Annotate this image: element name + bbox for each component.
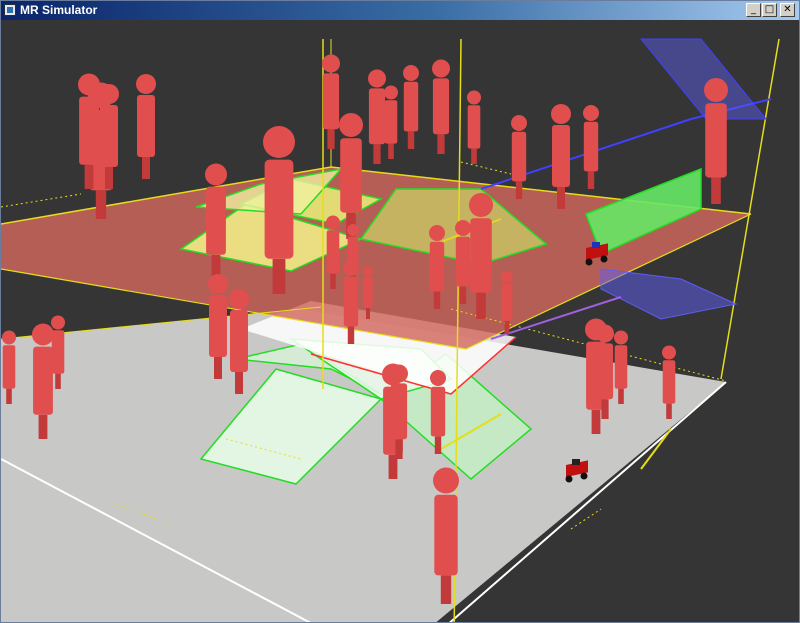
human-figure-icon <box>511 115 527 199</box>
app-window: MR Simulator _ □ ✕ <box>0 0 800 623</box>
frame-line <box>1 193 82 208</box>
title-bar[interactable]: MR Simulator _ □ ✕ <box>1 1 799 20</box>
human-figure-icon <box>467 90 481 164</box>
sensor-cone <box>639 38 768 120</box>
minimize-button[interactable]: _ <box>746 3 761 17</box>
human-figure-icon <box>583 105 599 189</box>
window-title: MR Simulator <box>20 3 98 17</box>
sensor-cone <box>600 268 738 320</box>
frame-line <box>460 161 512 175</box>
human-figure-icon <box>136 74 156 179</box>
human-figure-icon <box>384 85 398 159</box>
human-figure-icon <box>704 78 728 204</box>
human-figure-icon <box>403 65 419 149</box>
maximize-button[interactable]: □ <box>762 3 777 17</box>
simulation-3d-viewport[interactable] <box>1 20 799 622</box>
close-button[interactable]: ✕ <box>780 3 795 17</box>
scene <box>1 38 780 622</box>
human-figure-icon <box>368 69 386 164</box>
window-icon[interactable] <box>4 4 16 16</box>
human-figure-icon <box>322 54 340 149</box>
human-figure-icon <box>432 59 450 154</box>
